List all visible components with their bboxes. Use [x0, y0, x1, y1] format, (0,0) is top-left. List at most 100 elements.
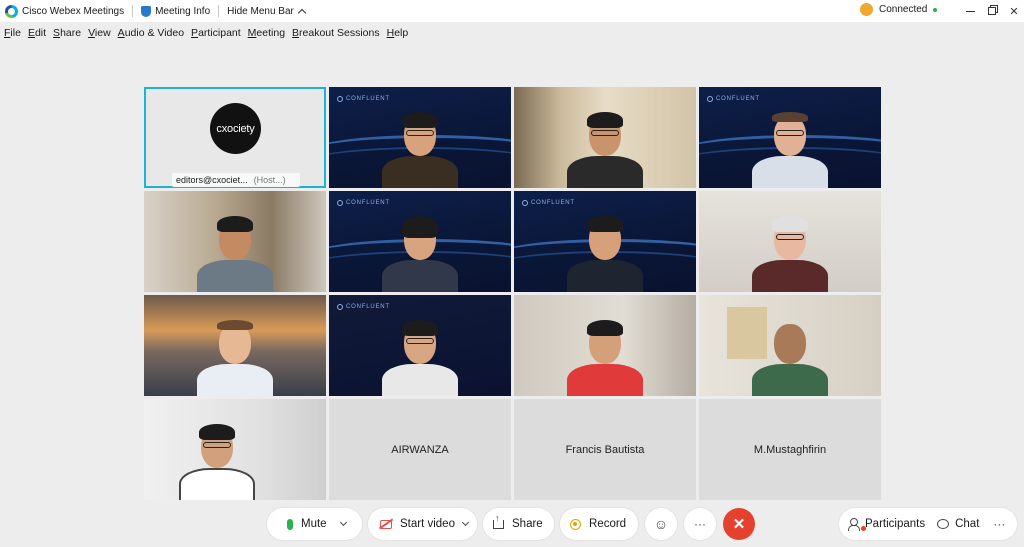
start-video-label: Start video — [400, 518, 455, 530]
minimize-button[interactable] — [958, 0, 982, 22]
menu-breakout-sessions[interactable]: Breakout Sessions — [292, 27, 380, 39]
more-options-button[interactable]: ··· — [684, 508, 716, 540]
chat-label: Chat — [955, 518, 980, 530]
more-icon: ··· — [993, 517, 1006, 531]
menu-meeting[interactable]: Meeting — [248, 27, 285, 39]
chat-button[interactable]: Chat — [937, 518, 979, 530]
cxociety-logo: cxociety — [210, 103, 261, 154]
hide-menu-bar-button[interactable]: Hide Menu Bar — [227, 5, 307, 17]
connection-icon — [860, 3, 873, 16]
start-video-button[interactable]: Start video — [368, 508, 477, 540]
participant-video — [750, 314, 830, 396]
participant-video — [195, 314, 275, 396]
video-tile-airwanza[interactable]: AIRWANZA — [329, 399, 511, 500]
video-tile[interactable] — [699, 191, 881, 292]
mute-label: Mute — [301, 518, 327, 530]
menu-audio-video[interactable]: Audio & Video — [118, 27, 184, 39]
participants-icon — [847, 518, 860, 531]
video-tile[interactable]: CONFLUENT — [329, 295, 511, 396]
menu-help[interactable]: Help — [387, 27, 409, 39]
meeting-info-label: Meeting Info — [155, 5, 211, 17]
participant-video — [750, 210, 830, 292]
video-off-icon — [380, 519, 392, 529]
video-grid: cxociety editors@cxociet... (Host...) CO… — [144, 87, 882, 501]
confluent-logo: CONFLUENT — [337, 304, 390, 310]
video-tile[interactable] — [144, 295, 326, 396]
webex-logo-icon — [5, 4, 18, 18]
participant-video — [380, 210, 460, 292]
record-icon — [570, 518, 581, 530]
participant-video — [380, 314, 460, 396]
video-tile[interactable]: CONFLUENT — [329, 191, 511, 292]
confluent-icon — [522, 200, 528, 206]
video-tile-m-mustaghfirin[interactable]: M.Mustaghfirin — [699, 399, 881, 500]
confluent-icon — [337, 96, 343, 102]
app-title: Cisco Webex Meetings — [0, 4, 125, 18]
participants-label: Participants — [865, 518, 926, 530]
record-label: Record — [589, 518, 627, 530]
chat-icon — [937, 519, 950, 529]
video-tile[interactable] — [514, 87, 696, 188]
record-button[interactable]: Record — [560, 508, 638, 540]
meeting-info-button[interactable]: Meeting Info — [141, 5, 211, 17]
title-divider — [218, 5, 220, 17]
host-tag: (Host...) — [253, 175, 286, 185]
minimize-icon — [965, 10, 975, 12]
close-button[interactable]: ✕ — [1002, 0, 1024, 22]
share-label: Share — [512, 518, 543, 530]
share-button[interactable]: Share — [483, 508, 554, 540]
connection-status[interactable]: Connected — [860, 3, 938, 16]
restore-icon — [988, 7, 996, 15]
panel-controls: Participants Chat ··· — [839, 508, 1017, 540]
more-icon: ··· — [694, 517, 706, 531]
video-tile[interactable] — [699, 295, 881, 396]
menu-edit[interactable]: Edit — [28, 27, 46, 39]
title-divider — [132, 5, 134, 17]
menu-bar: File Edit Share View Audio & Video Parti… — [0, 22, 1024, 44]
participants-button[interactable]: Participants — [847, 518, 926, 531]
chevron-down-icon[interactable] — [339, 518, 347, 527]
share-icon — [493, 513, 504, 529]
confluent-logo: CONFLUENT — [707, 96, 760, 102]
participant-video — [380, 106, 460, 188]
chevron-down-icon[interactable] — [461, 518, 470, 527]
confluent-text: CONFLUENT — [346, 304, 390, 310]
video-tile[interactable] — [144, 191, 326, 292]
menu-share[interactable]: Share — [53, 27, 81, 39]
participant-name: M.Mustaghfirin — [753, 443, 827, 456]
confluent-icon — [337, 304, 343, 310]
chevron-up-icon — [297, 8, 307, 17]
menu-participant[interactable]: Participant — [191, 27, 241, 39]
panel-more-button[interactable]: ··· — [993, 517, 1005, 531]
participant-video — [177, 418, 257, 500]
microphone-icon — [287, 518, 293, 530]
host-name-label: editors@cxociet... (Host...) — [172, 173, 300, 187]
participant-video — [750, 106, 830, 188]
shield-icon — [141, 5, 152, 17]
mute-button[interactable]: Mute — [267, 508, 362, 540]
confluent-text: CONFLUENT — [346, 200, 390, 206]
close-icon: ✕ — [1009, 5, 1019, 18]
participant-name: Francis Bautista — [565, 443, 645, 456]
participant-name: AIRWANZA — [391, 443, 449, 456]
restore-button[interactable] — [980, 0, 1004, 22]
app-name: Cisco Webex Meetings — [22, 5, 125, 17]
video-tile[interactable]: CONFLUENT — [514, 191, 696, 292]
confluent-text: CONFLUENT — [716, 96, 760, 102]
confluent-logo: CONFLUENT — [337, 200, 390, 206]
reactions-button[interactable]: ☺ — [645, 508, 677, 540]
connection-label: Connected — [879, 4, 928, 15]
participant-video — [565, 210, 645, 292]
end-meeting-button[interactable]: ✕ — [723, 508, 755, 540]
hide-menu-bar-label: Hide Menu Bar — [227, 5, 294, 17]
video-tile[interactable] — [514, 295, 696, 396]
video-tile-francis-bautista[interactable]: Francis Bautista — [514, 399, 696, 500]
video-tile[interactable]: CONFLUENT — [699, 87, 881, 188]
video-tile-host[interactable]: cxociety editors@cxociet... (Host...) — [144, 87, 326, 188]
status-dot-icon — [933, 7, 938, 12]
video-tile[interactable] — [144, 399, 326, 500]
menu-file[interactable]: File — [4, 27, 21, 39]
menu-view[interactable]: View — [88, 27, 111, 39]
confluent-logo: CONFLUENT — [522, 200, 575, 206]
video-tile[interactable]: CONFLUENT — [329, 87, 511, 188]
